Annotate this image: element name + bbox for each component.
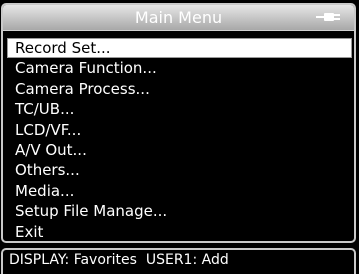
menu-item-lcd-vf[interactable]: LCD/VF... xyxy=(9,120,352,140)
power-plug-icon xyxy=(316,13,340,21)
menu-title: Main Menu xyxy=(134,8,223,27)
menu-title-bar: Main Menu xyxy=(3,5,354,31)
menu-item-camera-process[interactable]: Camera Process... xyxy=(9,79,352,99)
menu-item-setup-file-manage[interactable]: Setup File Manage... xyxy=(9,201,352,221)
menu-item-av-out[interactable]: A/V Out... xyxy=(9,140,352,160)
menu-item-media[interactable]: Media... xyxy=(9,181,352,201)
menu-item-record-set[interactable]: Record Set... xyxy=(7,38,352,59)
menu-item-others[interactable]: Others... xyxy=(9,160,352,180)
status-hint-text: DISPLAY: Favorites USER1: Add xyxy=(9,252,229,268)
status-bar: DISPLAY: Favorites USER1: Add xyxy=(1,248,356,274)
menu-item-exit[interactable]: Exit xyxy=(9,222,352,241)
menu-item-camera-function[interactable]: Camera Function... xyxy=(9,58,352,78)
main-menu-window: Main Menu Record Set... Camera Function.… xyxy=(1,3,356,243)
main-menu-list: Record Set... Camera Function... Camera … xyxy=(7,38,352,241)
menu-item-tc-ub[interactable]: TC/UB... xyxy=(9,99,352,119)
